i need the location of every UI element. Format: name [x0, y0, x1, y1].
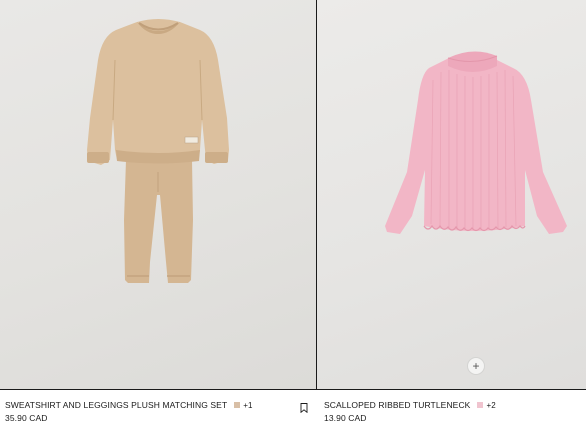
more-colors-count[interactable]: +1 [243, 401, 252, 410]
pink-turtleneck-image [385, 51, 567, 234]
product-image-sweatshirt-set[interactable] [0, 0, 316, 390]
bookmark-icon[interactable] [300, 403, 308, 413]
plus-icon: + [472, 359, 480, 373]
quick-add-button[interactable]: + [467, 357, 485, 375]
more-colors-count[interactable]: +2 [486, 401, 495, 410]
color-swatch[interactable] [477, 402, 484, 408]
product-card-info-turtleneck: SCALLOPED RIBBED TURTLENECK +2 13.90 CAD [324, 400, 496, 423]
product-name[interactable]: SCALLOPED RIBBED TURTLENECK [324, 400, 470, 410]
product-name[interactable]: SWEATSHIRT AND LEGGINGS PLUSH MATCHING S… [5, 400, 227, 410]
product-price: 35.90 CAD [5, 413, 48, 423]
product-card-info-sweatshirt-set: SWEATSHIRT AND LEGGINGS PLUSH MATCHING S… [5, 400, 253, 423]
product-price: 13.90 CAD [324, 413, 367, 423]
product-grid: + [0, 0, 586, 390]
product-image-turtleneck[interactable] [317, 0, 586, 390]
row-divider [0, 389, 586, 390]
beige-sweatshirt-and-leggings-image [87, 19, 229, 283]
color-swatch[interactable] [234, 402, 241, 408]
